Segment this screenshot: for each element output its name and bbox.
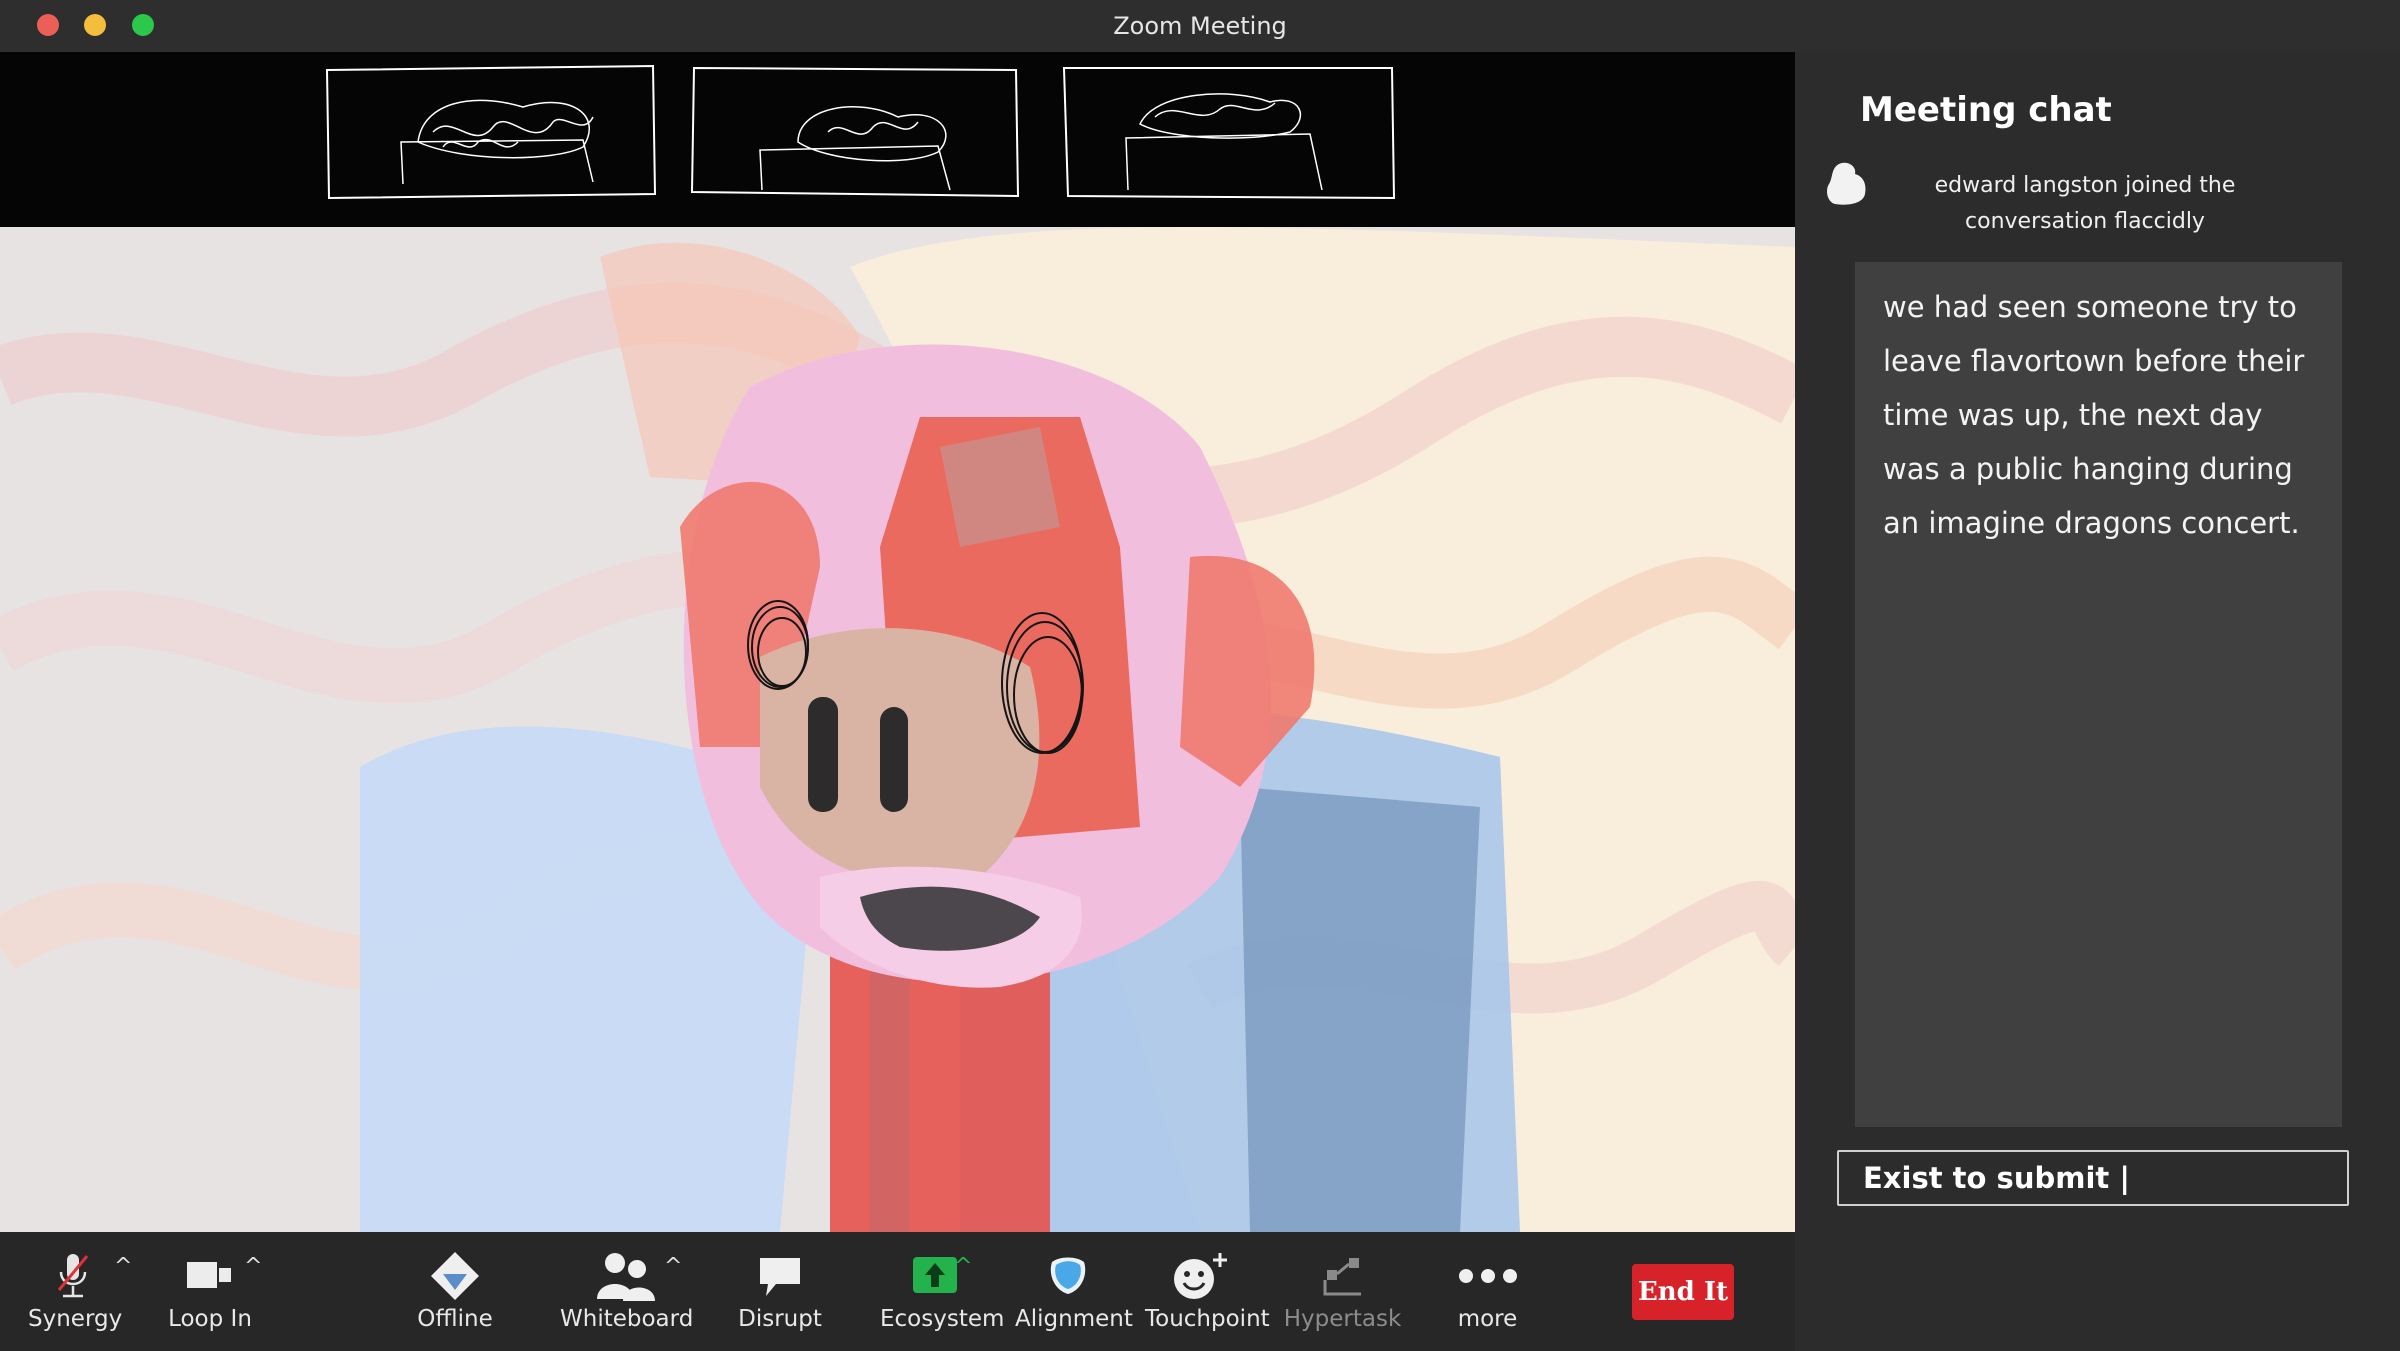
chat-title: Meeting chat: [1860, 90, 2112, 130]
chat-bubble-icon: [760, 1258, 800, 1296]
loop-in-options-caret[interactable]: ^: [244, 1254, 262, 1279]
video-camera-icon: [187, 1262, 231, 1288]
toolbar-hypertask-button[interactable]: Hypertask: [1280, 1246, 1405, 1332]
toolbar-item-label: Ecosystem: [880, 1306, 1005, 1332]
reactions-icon: [1174, 1253, 1227, 1299]
diamond-icon: [431, 1252, 479, 1300]
user-avatar-icon: [1827, 162, 1866, 205]
toolbar-item-label: Synergy: [28, 1306, 123, 1332]
participant-thumbnail[interactable]: [1060, 62, 1396, 202]
title-bar: Zoom Meeting: [0, 0, 2400, 52]
toolbar-item-label: Alignment: [1015, 1306, 1133, 1332]
chat-message: we had seen someone try to leave flavort…: [1883, 290, 2305, 540]
painted-participant-video: [0, 227, 1795, 1232]
toolbar-item-label: Touchpoint: [1145, 1306, 1270, 1332]
toolbar-disrupt-button[interactable]: Disrupt: [730, 1246, 830, 1332]
whiteboard-options-caret[interactable]: ^: [664, 1254, 682, 1279]
participant-thumbnail-strip: [0, 52, 1795, 227]
participant-thumbnail[interactable]: [688, 62, 1023, 202]
more-dots-icon: [1458, 1269, 1517, 1283]
share-screen-icon: [913, 1257, 957, 1293]
participant-thumbnail[interactable]: [323, 62, 658, 202]
toolbar-item-label: Offline: [417, 1306, 493, 1332]
mic-muted-icon: [57, 1254, 89, 1298]
participants-icon: [597, 1253, 655, 1301]
toolbar-synergy-button[interactable]: Synergy: [28, 1246, 123, 1332]
shield-icon: [1050, 1257, 1085, 1294]
end-meeting-button[interactable]: End It: [1632, 1264, 1734, 1320]
toolbar-item-label: Loop In: [168, 1306, 252, 1332]
apps-icon: [1323, 1258, 1361, 1296]
synergy-options-caret[interactable]: ^: [114, 1254, 132, 1279]
chat-input[interactable]: Exist to submit |: [1837, 1150, 2349, 1206]
toolbar-touchpoint-button[interactable]: Touchpoint: [1145, 1246, 1270, 1332]
toolbar-item-label: Whiteboard: [560, 1306, 694, 1332]
toolbar-more-button[interactable]: more: [1440, 1246, 1535, 1332]
toolbar-ecosystem-button[interactable]: Ecosystem: [880, 1246, 1005, 1332]
ecosystem-options-caret[interactable]: ^: [954, 1254, 972, 1279]
thumbnail-sketch: [690, 66, 1020, 198]
meeting-toolbar: Synergy ^ Loop In ^ Offline Whiteboard ^…: [0, 1232, 1795, 1351]
main-video-feed: [0, 227, 1795, 1232]
thumbnail-sketch: [1062, 67, 1396, 200]
toolbar-alignment-button[interactable]: Alignment: [1015, 1246, 1133, 1332]
chat-message-box: we had seen someone try to leave flavort…: [1855, 262, 2342, 1127]
meeting-chat-panel: Meeting chat edward langston joined the …: [1795, 52, 2400, 1351]
toolbar-item-label: Hypertask: [1283, 1306, 1402, 1332]
window-title: Zoom Meeting: [1113, 12, 1287, 40]
toolbar-item-label: Disrupt: [738, 1306, 822, 1332]
thumbnail-sketch: [325, 64, 657, 200]
join-notice: edward langston joined the conversation …: [1934, 173, 2236, 234]
toolbar-item-label: more: [1457, 1306, 1518, 1332]
toolbar-offline-button[interactable]: Offline: [410, 1246, 500, 1332]
